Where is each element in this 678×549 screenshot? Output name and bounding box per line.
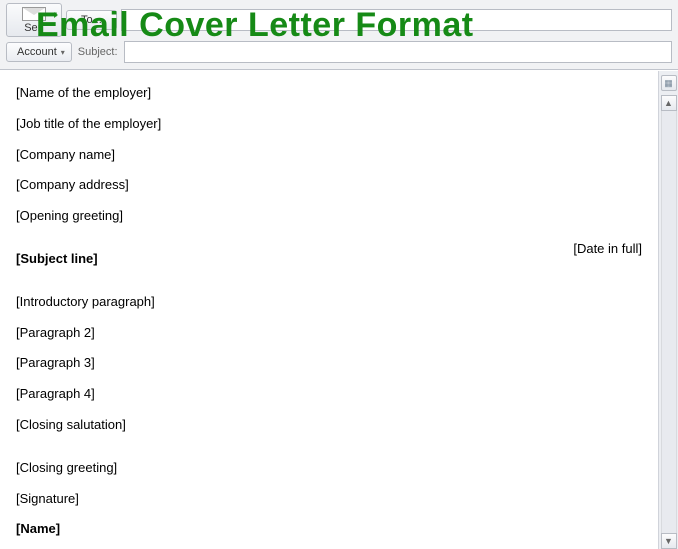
envelope-icon (22, 7, 46, 21)
to-button[interactable]: To... (66, 10, 117, 30)
name: [Name] (16, 519, 642, 540)
closing-greeting: [Closing greeting] (16, 458, 642, 479)
paragraph-2: [Paragraph 2] (16, 323, 642, 344)
opening-greeting: [Opening greeting] (16, 206, 642, 227)
paragraph-3: [Paragraph 3] (16, 353, 642, 374)
company-name: [Company name] (16, 145, 642, 166)
send-label: Sen (24, 22, 44, 34)
closing-salutation: [Closing salutation] (16, 415, 642, 436)
account-label: Account (17, 46, 57, 58)
employer-name: [Name of the employer] (16, 83, 642, 104)
subject-label: Subject: (78, 46, 118, 58)
scroll-down-button[interactable]: ▼ (661, 533, 677, 549)
send-button[interactable]: Sen (6, 3, 62, 37)
ruler-icon[interactable]: ▦ (661, 75, 677, 91)
subject-line: [Subject line] (16, 249, 642, 270)
scrollbar-track[interactable] (661, 111, 677, 533)
to-field[interactable] (121, 9, 672, 31)
right-gutter: ▦ ▲ ▼ (658, 71, 678, 549)
company-address: [Company address] (16, 175, 642, 196)
employer-title: [Job title of the employer] (16, 114, 642, 135)
intro-paragraph: [Introductory paragraph] (16, 292, 642, 313)
compose-body[interactable]: [Name of the employer] [Job title of the… (0, 71, 658, 549)
signature: [Signature] (16, 489, 642, 510)
compose-header: Sen To... Account ▾ Subject: (0, 0, 678, 70)
account-button[interactable]: Account ▾ (6, 42, 72, 62)
paragraph-4: [Paragraph 4] (16, 384, 642, 405)
subject-field[interactable] (124, 41, 672, 63)
chevron-down-icon: ▾ (61, 48, 65, 57)
scroll-up-button[interactable]: ▲ (661, 95, 677, 111)
date-in-full: [Date in full] (573, 239, 642, 260)
